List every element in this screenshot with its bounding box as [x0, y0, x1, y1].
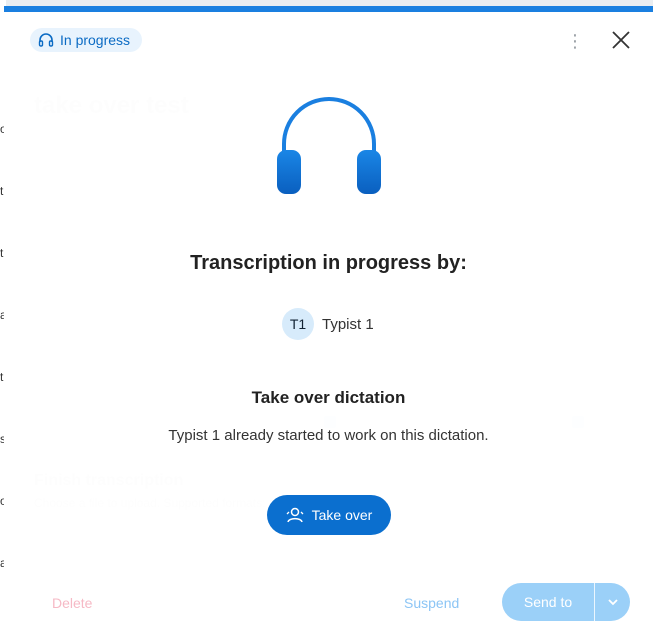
take-over-button[interactable]: Take over — [267, 495, 391, 535]
take-over-heading: Take over dictation — [251, 388, 406, 407]
avatar: T1 — [282, 308, 314, 340]
status-badge: In progress — [30, 28, 143, 52]
typist-info: T1 Typist 1 — [282, 308, 374, 340]
close-icon[interactable] — [610, 29, 632, 51]
status-badge-label: In progress — [60, 32, 131, 48]
divider — [594, 583, 595, 621]
send-to-dropdown-toggle[interactable] — [595, 595, 630, 609]
chevron-down-icon — [607, 599, 618, 606]
overlay-title: Transcription in progress by: — [190, 252, 467, 274]
take-over-label: Take over — [311, 507, 373, 523]
dialog-footer: Delete Suspend Send to — [4, 562, 653, 624]
suspend-button[interactable]: Suspend — [404, 595, 459, 611]
delete-button[interactable]: Delete — [52, 595, 92, 611]
more-options-icon[interactable]: ⋮ — [566, 30, 584, 52]
typist-name: Typist 1 — [322, 315, 374, 333]
dictation-dialog: take over test Finish transcription Choo… — [4, 6, 653, 624]
take-over-description: Typist 1 already started to work on this… — [168, 427, 489, 444]
send-to-button[interactable]: Send to — [502, 594, 594, 610]
list-item: t — [0, 370, 4, 384]
headphones-icon — [38, 33, 54, 47]
user-takeover-icon — [286, 507, 304, 523]
headphones-icon — [277, 97, 381, 194]
send-to-button-group: Send to — [502, 583, 630, 621]
